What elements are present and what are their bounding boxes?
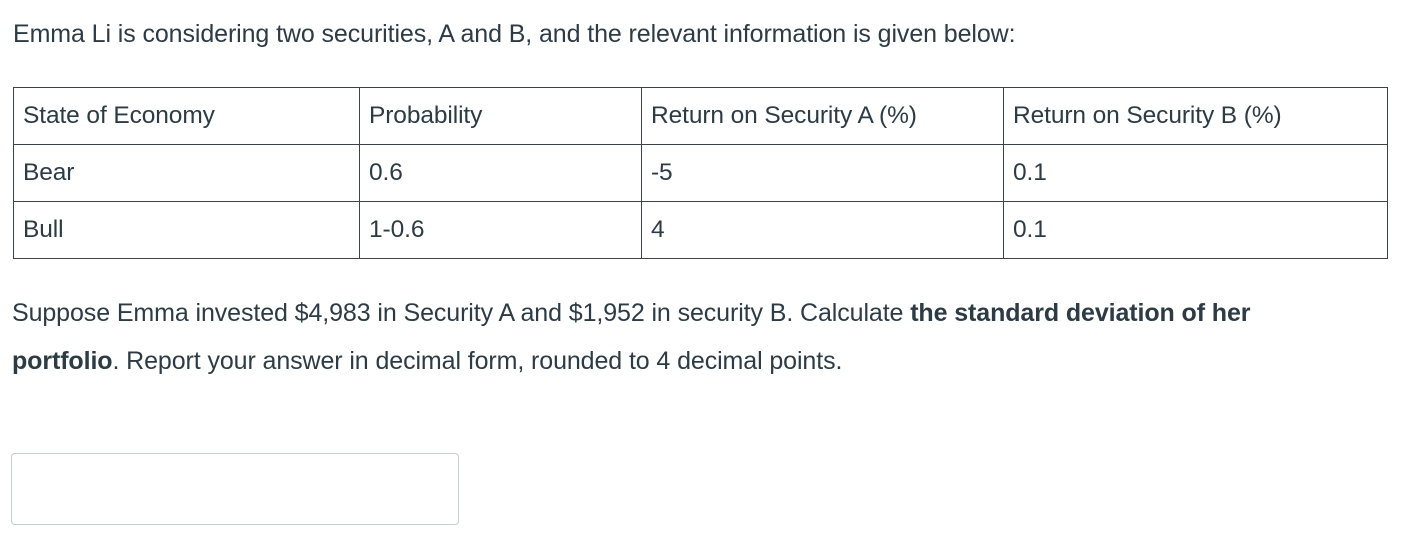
- question-intro-text: Emma Li is considering two securities, A…: [13, 20, 1016, 48]
- cell-probability-bull: 1-0.6: [359, 201, 642, 259]
- prompt-part-two: . Report your answer in decimal form, ro…: [112, 347, 843, 375]
- quiz-question-page: Emma Li is considering two securities, A…: [0, 0, 1408, 544]
- cell-state-bull: Bull: [13, 201, 360, 259]
- question-prompt-text: Suppose Emma invested $4,983 in Security…: [12, 289, 1352, 385]
- header-cell-return-security-a: Return on Security A (%): [641, 87, 1004, 145]
- table-row: Bear 0.6 -5 0.1: [13, 144, 1388, 202]
- cell-return-a-bear: -5: [641, 144, 1004, 202]
- answer-input[interactable]: [11, 453, 459, 525]
- cell-return-b-bull: 0.1: [1003, 201, 1388, 259]
- header-cell-return-security-b: Return on Security B (%): [1003, 87, 1388, 145]
- table-header-row: State of Economy Probability Return on S…: [13, 87, 1388, 145]
- header-cell-state-of-economy: State of Economy: [13, 87, 360, 145]
- cell-return-a-bull: 4: [641, 201, 1004, 259]
- cell-probability-bear: 0.6: [359, 144, 642, 202]
- header-cell-probability: Probability: [359, 87, 642, 145]
- cell-return-b-bear: 0.1: [1003, 144, 1388, 202]
- prompt-part-one: Suppose Emma invested $4,983 in Security…: [12, 299, 911, 327]
- table-row: Bull 1-0.6 4 0.1: [13, 201, 1388, 259]
- securities-data-table: State of Economy Probability Return on S…: [13, 87, 1388, 259]
- cell-state-bear: Bear: [13, 144, 360, 202]
